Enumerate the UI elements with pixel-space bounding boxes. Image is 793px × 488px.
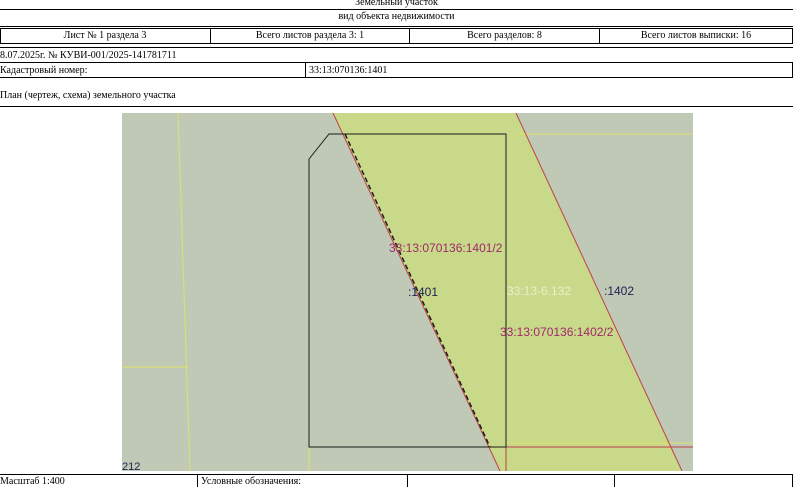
document-reference: 8.07.2025г. № КУВИ-001/2025-141781711 bbox=[0, 50, 177, 61]
sheet-info-row: Лист № 1 раздела 3 Всего листов раздела … bbox=[0, 28, 793, 44]
parcel-1401-label: :1401 bbox=[408, 285, 438, 299]
cadastral-row: Кадастровый номер: 33:13:070136:1401 bbox=[0, 63, 793, 77]
object-title: Земельный участок bbox=[355, 0, 438, 8]
row-divider bbox=[0, 77, 793, 78]
sheet-number: Лист № 1 раздела 3 bbox=[63, 30, 147, 41]
legend-label: Условные обозначения: bbox=[201, 476, 302, 487]
cadastral-number: 33:13:070136:1401 bbox=[309, 65, 388, 76]
part-1402-2-label: 33:13:070136:1402/2 bbox=[500, 325, 614, 339]
header-divider-2 bbox=[0, 26, 793, 27]
plan-title: План (чертеж, схема) земельного участка bbox=[0, 90, 176, 101]
cadastral-label: Кадастровый номер: bbox=[0, 65, 88, 76]
sections-total: Всего разделов: 8 bbox=[467, 30, 542, 41]
part-1401-2-label: 33:13:070136:1401/2 bbox=[389, 241, 503, 255]
cadastral-plan-map: 33:13:070136:1401/2 :1401 33:13-6.132 :1… bbox=[122, 113, 693, 471]
zone-label: 33:13-6.132 bbox=[507, 284, 571, 298]
header-divider bbox=[0, 9, 793, 10]
sheets-total: Всего листов выписки: 16 bbox=[640, 30, 752, 41]
parcel-1402-label: :1402 bbox=[604, 284, 634, 298]
footer-row: Масштаб 1:400 Условные обозначения: bbox=[0, 474, 793, 487]
object-type: вид объекта недвижимости bbox=[338, 11, 455, 22]
row-divider bbox=[0, 47, 793, 48]
sheets-in-section: Всего листов раздела 3: 1 bbox=[255, 30, 365, 41]
corner-fragment-label: 212 bbox=[122, 461, 140, 471]
row-divider bbox=[0, 106, 793, 107]
map-scale: Масштаб 1:400 bbox=[0, 476, 65, 487]
